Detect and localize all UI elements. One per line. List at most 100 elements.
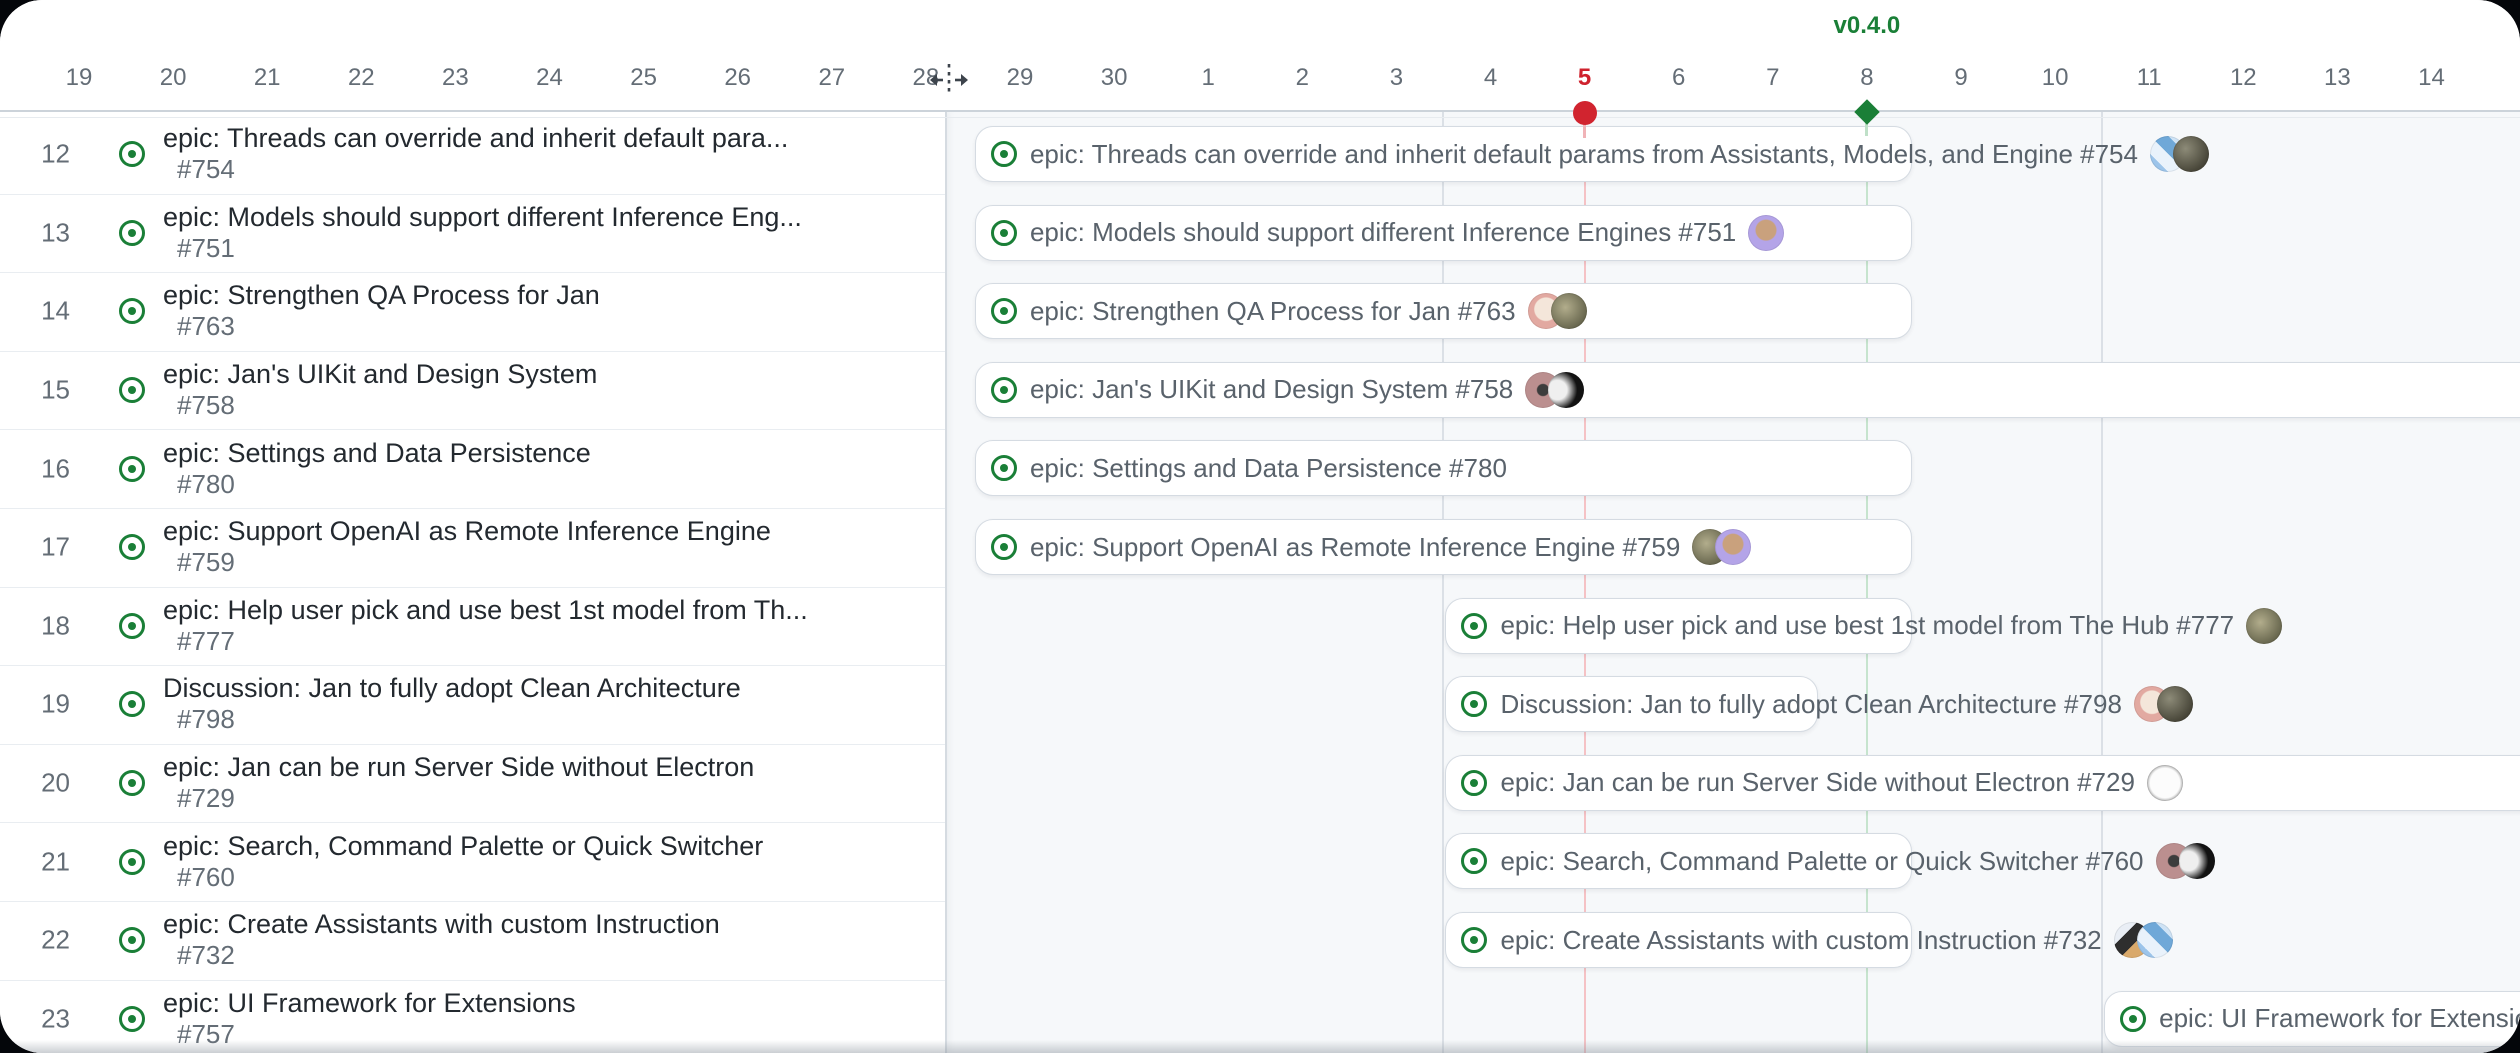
day-label: 24 — [536, 64, 563, 92]
issue-title[interactable]: Discussion: Jan to fully adopt Clean Arc… — [163, 673, 741, 704]
row-number: 18 — [14, 610, 70, 641]
table-row[interactable]: 21epic: Search, Command Palette or Quick… — [0, 822, 945, 901]
issue-number: #798 — [177, 704, 235, 734]
day-label: 30 — [1101, 64, 1128, 92]
issue-title[interactable]: epic: UI Framework for Extensions — [163, 988, 576, 1019]
row-number: 13 — [14, 217, 70, 248]
issue-title[interactable]: epic: Help user pick and use best 1st mo… — [163, 595, 808, 626]
issue-title[interactable]: epic: Support OpenAI as Remote Inference… — [163, 516, 771, 547]
timeline-bar[interactable] — [975, 362, 2520, 418]
open-issue-icon — [119, 613, 145, 639]
timeline-bar[interactable] — [975, 283, 1912, 339]
issue-title[interactable]: epic: Jan's UIKit and Design System — [163, 359, 597, 390]
table-row[interactable]: 18 epic: Help user pick and use best 1st … — [0, 587, 945, 666]
table-row[interactable]: 13 epic: Models should support different … — [0, 194, 945, 273]
day-label: 7 — [1766, 64, 1779, 92]
row-number: 14 — [14, 296, 70, 327]
row-number: 22 — [14, 925, 70, 956]
day-label: 23 — [442, 64, 469, 92]
open-issue-icon — [119, 220, 145, 246]
issue-title-group: epic: Search, Command Palette or Quick S… — [163, 831, 763, 893]
today-marker-icon — [1573, 101, 1597, 125]
day-label: 6 — [1672, 64, 1685, 92]
table-row[interactable]: 15 epic: Jan's UIKit and Design System#75… — [0, 351, 945, 430]
day-label: 27 — [818, 64, 845, 92]
table-row[interactable]: 12epic: Threads can override and inherit… — [0, 115, 945, 194]
table-row[interactable]: 19 Discussion: Jan to fully adopt Clean A… — [0, 665, 945, 744]
day-label: 1 — [1202, 64, 1215, 92]
open-issue-icon — [119, 1006, 145, 1032]
open-issue-icon — [119, 691, 145, 717]
timeline-bar[interactable] — [975, 205, 1912, 261]
issue-number: #754 — [177, 154, 235, 184]
day-label: 20 — [160, 64, 187, 92]
day-label: 14 — [2418, 64, 2445, 92]
day-label: 4 — [1484, 64, 1497, 92]
open-issue-icon — [119, 141, 145, 167]
issue-title[interactable]: epic: Settings and Data Persistence — [163, 438, 591, 469]
issue-title[interactable]: epic: Search, Command Palette or Quick S… — [163, 831, 763, 862]
timeline-bar[interactable] — [1445, 598, 1912, 654]
table-row[interactable]: 17 epic: Support OpenAI as Remote Inferen… — [0, 508, 945, 587]
header-border — [0, 110, 2520, 112]
bottom-edge-shadow — [0, 1040, 2520, 1053]
day-label: 19 — [66, 64, 93, 92]
timeline-bar[interactable] — [1445, 833, 1912, 889]
issue-title[interactable]: epic: Models should support different In… — [163, 202, 802, 233]
day-label: 29 — [1007, 64, 1034, 92]
day-label: 21 — [254, 64, 281, 92]
date-header: v0.4.0 192021222324252627282930123456789… — [0, 0, 2520, 110]
week-gridline — [2101, 112, 2103, 1053]
open-issue-icon — [119, 377, 145, 403]
row-number: 19 — [14, 689, 70, 720]
issue-number: #780 — [177, 469, 235, 499]
issue-title-group: epic: Create Assistants with custom Inst… — [163, 909, 720, 971]
timeline-bar[interactable] — [1445, 676, 1817, 732]
row-number: 17 — [14, 532, 70, 563]
day-label: 11 — [2137, 64, 2162, 92]
day-label: 3 — [1390, 64, 1403, 92]
issue-number: #751 — [177, 233, 235, 263]
issue-title-group: epic: Threads can override and inherit d… — [163, 123, 788, 185]
day-label: 22 — [348, 64, 375, 92]
timeline-bar[interactable] — [975, 440, 1912, 496]
open-issue-icon — [119, 456, 145, 482]
day-label: 10 — [2042, 64, 2069, 92]
issue-title-group: epic: Help user pick and use best 1st mo… — [163, 595, 808, 657]
timeline-bar[interactable] — [975, 519, 1912, 575]
open-issue-icon — [119, 927, 145, 953]
table-row[interactable]: 14 epic: Strengthen QA Process for Jan#76… — [0, 272, 945, 351]
resize-arrows-icon — [928, 62, 970, 98]
timeline-bar[interactable] — [2104, 991, 2520, 1047]
day-label: 25 — [630, 64, 657, 92]
timeline-bar[interactable] — [975, 126, 1912, 182]
issue-title[interactable]: epic: Jan can be run Server Side without… — [163, 752, 754, 783]
issue-number: #759 — [177, 547, 235, 577]
issue-title[interactable]: epic: Threads can override and inherit d… — [163, 123, 788, 154]
items-table-panel: 12epic: Threads can override and inherit… — [0, 111, 947, 1053]
open-issue-icon — [119, 534, 145, 560]
day-label: 12 — [2230, 64, 2257, 92]
milestone-label[interactable]: v0.4.0 — [1834, 12, 1901, 40]
timeline-bar[interactable] — [1445, 912, 1912, 968]
issue-number: #763 — [177, 311, 235, 341]
row-number: 15 — [14, 375, 70, 406]
issue-title[interactable]: epic: Create Assistants with custom Inst… — [163, 909, 720, 940]
issue-title-group: epic: Settings and Data Persistence#780 — [163, 438, 591, 500]
timeline-bar[interactable] — [1445, 755, 2520, 811]
issue-title[interactable]: epic: Strengthen QA Process for Jan — [163, 280, 600, 311]
row-number: 23 — [14, 1003, 70, 1034]
table-row[interactable]: 22 epic: Create Assistants with custom In… — [0, 901, 945, 980]
column-resize-handle[interactable] — [928, 62, 970, 103]
issue-title-group: epic: Strengthen QA Process for Jan#763 — [163, 280, 600, 342]
day-label: 2 — [1296, 64, 1309, 92]
day-label: 8 — [1860, 64, 1873, 92]
issue-title-group: epic: Jan's UIKit and Design System#758 — [163, 359, 597, 421]
day-label-today: 5 — [1578, 64, 1591, 92]
issue-title-group: Discussion: Jan to fully adopt Clean Arc… — [163, 673, 741, 735]
table-row[interactable]: 20epic: Jan can be run Server Side witho… — [0, 744, 945, 823]
issue-number: #777 — [177, 626, 235, 656]
table-row[interactable]: 16epic: Settings and Data Persistence#78… — [0, 429, 945, 508]
app-window: v0.4.0 192021222324252627282930123456789… — [0, 0, 2520, 1053]
open-issue-icon — [119, 298, 145, 324]
